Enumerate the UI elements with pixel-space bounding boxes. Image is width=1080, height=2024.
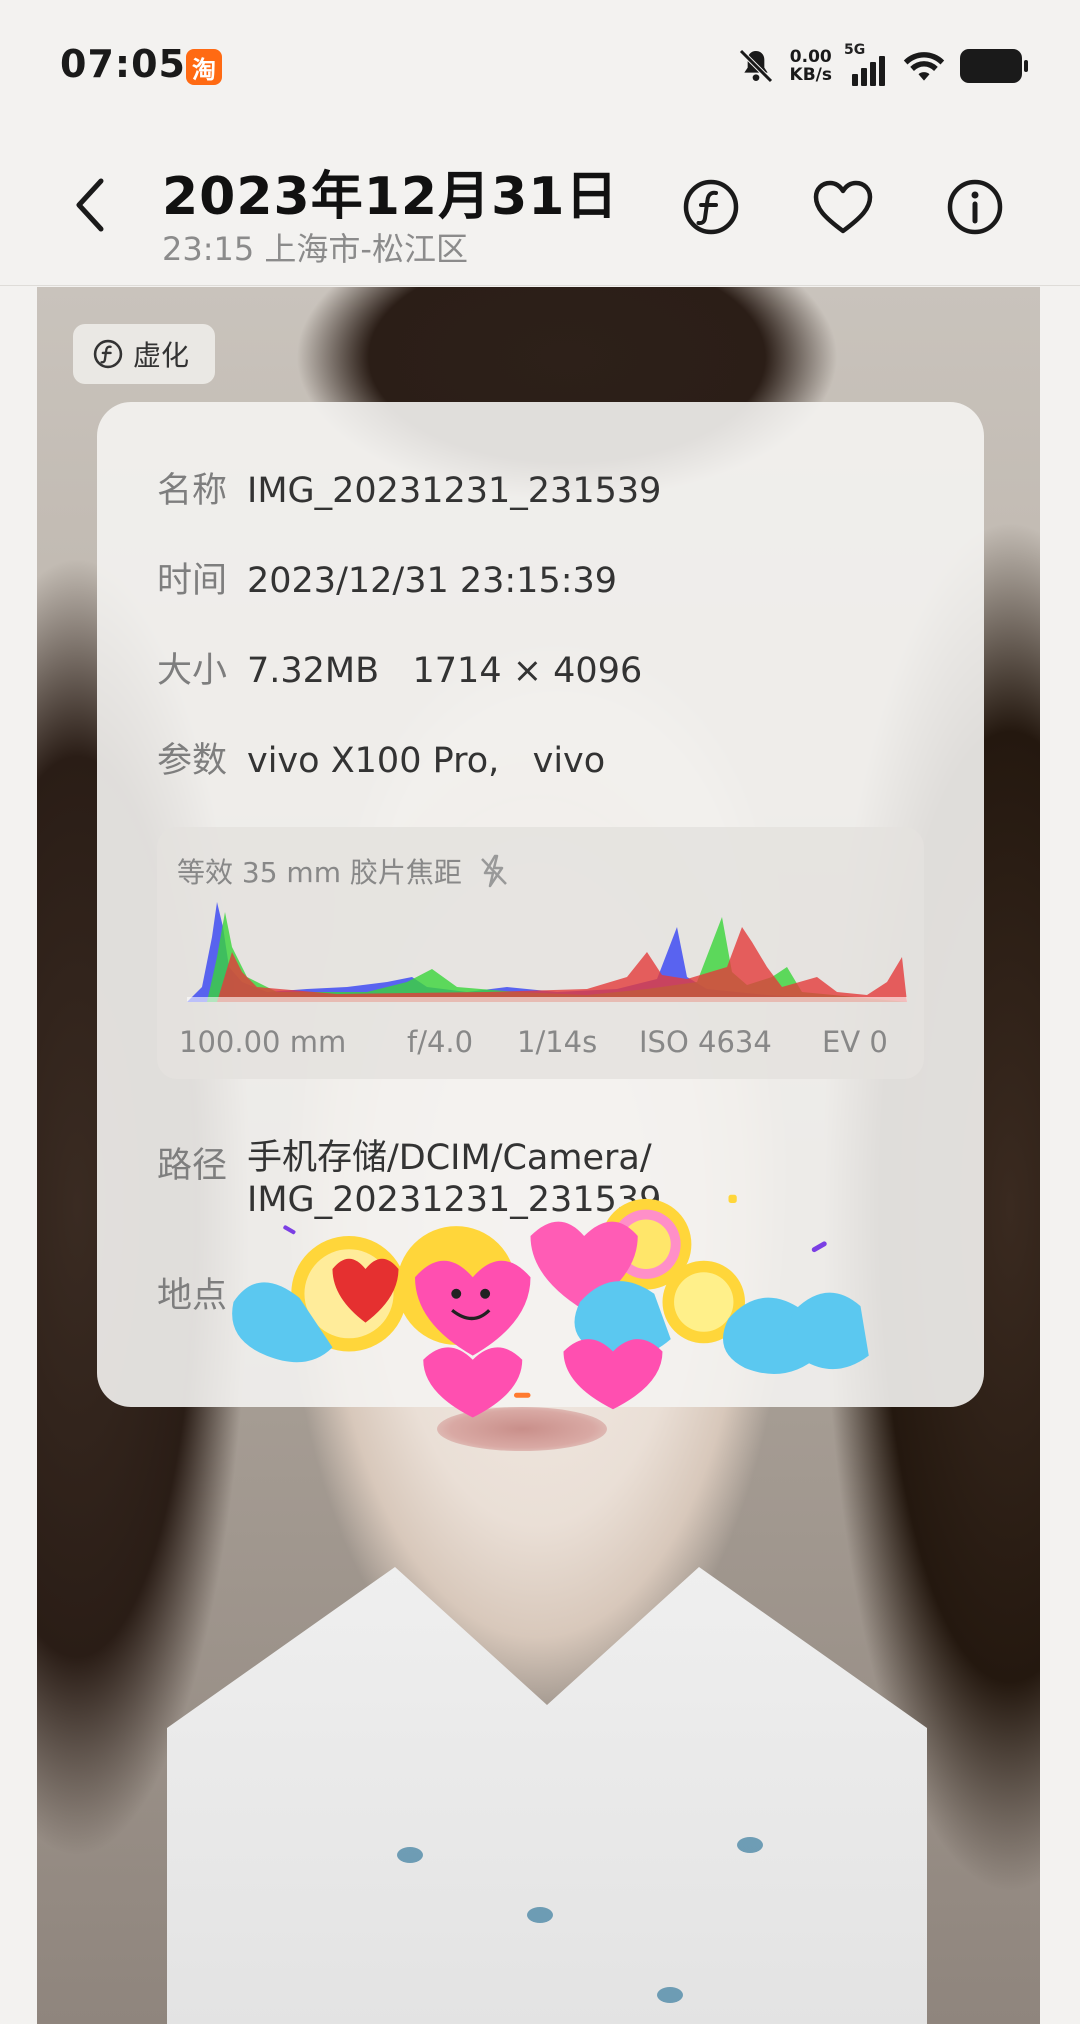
heart-icon	[813, 180, 873, 234]
bokeh-chip[interactable]: 虚化	[73, 324, 216, 384]
wifi-icon	[903, 52, 945, 81]
info-row-size: 大小 7.32MB 1714 × 4096	[157, 642, 642, 693]
back-arrow-icon	[76, 178, 104, 232]
status-time: 07:05	[60, 42, 186, 86]
collar-pattern	[527, 1907, 553, 1923]
signal-5g-icon: 5G	[844, 42, 888, 86]
aperture-icon	[93, 339, 123, 369]
info-name-value: IMG_20231231_231539	[247, 471, 662, 511]
exif-panel: 等效 35 mm 胶片焦距 100.00 mm f/4.0 1/14s ISO …	[157, 827, 924, 1079]
collar-pattern	[737, 1837, 763, 1853]
collar-pattern	[657, 1987, 683, 2003]
network-type: 5G	[844, 42, 866, 58]
aperture-icon	[683, 179, 739, 235]
info-row-params: 参数 vivo X100 Pro, vivo	[157, 732, 605, 783]
info-icon	[947, 179, 1003, 235]
speed-unit: KB/s	[789, 65, 832, 85]
aperture-edit-button[interactable]	[676, 172, 746, 242]
photo-info-card: 名称 IMG_20231231_231539 时间 2023/12/31 23:…	[97, 402, 984, 1418]
exif-shutter: 1/14s	[517, 1025, 598, 1059]
info-name-label: 名称	[157, 471, 228, 511]
network-speed: 0.00 KB/s	[790, 48, 832, 84]
page-title: 2023年12月31日	[162, 167, 619, 227]
info-size-value: 7.32MB 1714 × 4096	[247, 651, 643, 691]
status-icons: 0.00 KB/s 5G	[736, 42, 1028, 88]
sticker-overlay	[232, 1194, 869, 1418]
mute-bell-icon	[738, 49, 773, 83]
favorite-button[interactable]	[808, 172, 878, 242]
bokeh-chip-label: 虚化	[133, 339, 190, 372]
info-row-name: 名称 IMG_20231231_231539	[157, 462, 661, 513]
info-button[interactable]	[940, 172, 1010, 242]
histogram	[187, 902, 907, 1002]
info-params-value: vivo X100 Pro, vivo	[247, 741, 606, 781]
focal-equivalent-label: 等效 35 mm 胶片焦距	[177, 856, 462, 889]
speed-value: 0.00	[789, 47, 832, 67]
flash-off-icon	[480, 854, 507, 888]
exif-aperture: f/4.0	[407, 1025, 474, 1059]
taobao-notification-icon: 淘	[186, 49, 222, 85]
exif-iso: ISO 4634	[639, 1025, 772, 1059]
exif-title: 等效 35 mm 胶片焦距	[177, 851, 510, 891]
info-params-label: 参数	[157, 741, 228, 781]
info-row-time: 时间 2023/12/31 23:15:39	[157, 552, 617, 603]
info-time-label: 时间	[157, 561, 228, 601]
page-subtitle: 23:15 上海市-松江区	[162, 230, 468, 268]
exif-ev: EV 0	[822, 1025, 888, 1059]
photo-viewer[interactable]: 虚化 名称 IMG_20231231_231539 时间 2023/12/31 …	[37, 287, 1040, 2024]
info-time-value: 2023/12/31 23:15:39	[247, 561, 618, 601]
top-bar: 2023年12月31日 23:15 上海市-松江区	[0, 130, 1080, 286]
back-button[interactable]	[60, 170, 120, 240]
status-bar: 07:05 淘 0.00 KB/s 5G	[0, 0, 1080, 130]
battery-icon	[960, 49, 1028, 83]
info-size-label: 大小	[157, 651, 228, 691]
exif-focal-length: 100.00 mm	[179, 1025, 347, 1059]
collar-pattern	[397, 1847, 423, 1863]
